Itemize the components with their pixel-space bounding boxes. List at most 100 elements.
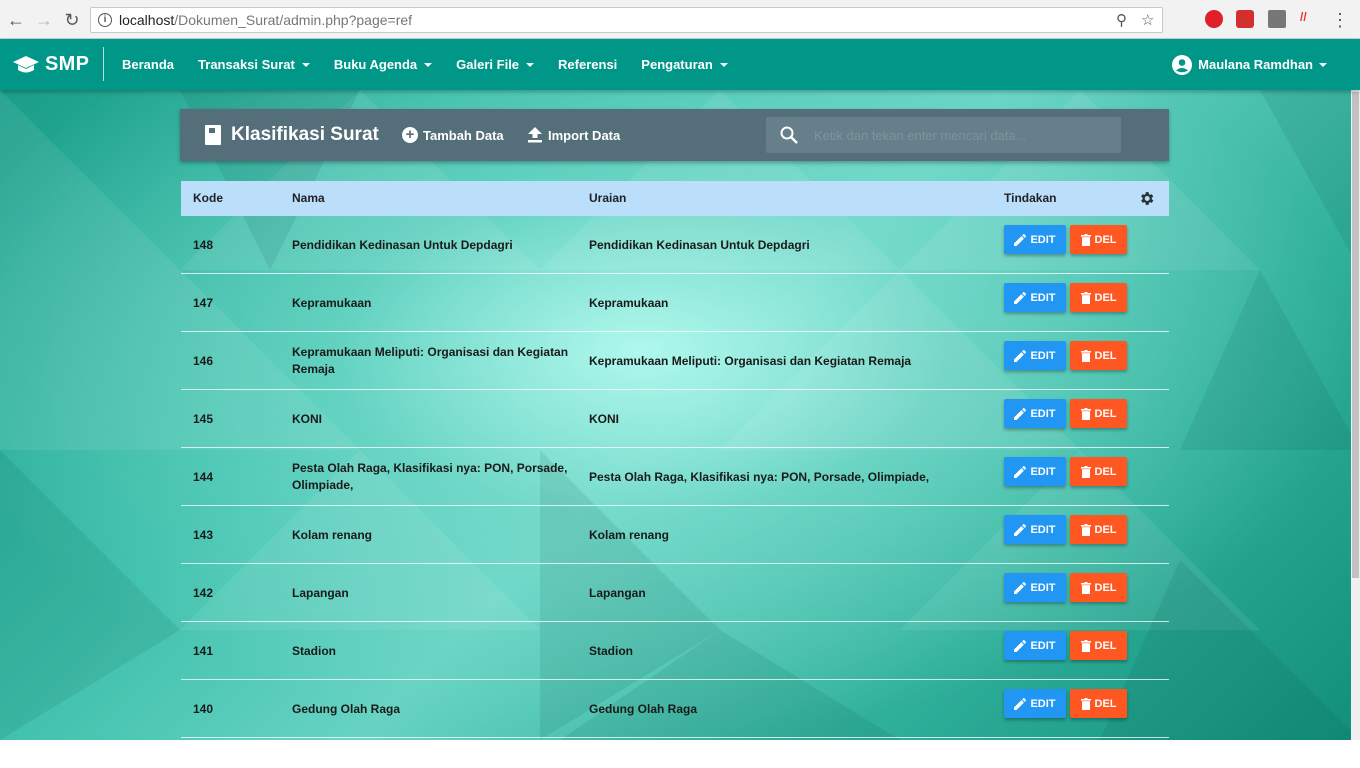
table-row: 144 Pesta Olah Raga, Klasifikasi nya: PON… bbox=[181, 448, 1169, 506]
trash-icon bbox=[1080, 697, 1091, 710]
edit-button[interactable]: EDIT bbox=[1004, 631, 1066, 660]
cell-uraian: KONI bbox=[589, 411, 619, 426]
import-data-button[interactable]: Import Data bbox=[528, 109, 620, 161]
info-icon[interactable]: i bbox=[98, 13, 112, 27]
table-row: 141 Stadion Stadion EDIT DEL bbox=[181, 622, 1169, 680]
cell-uraian: Kepramukaan bbox=[589, 295, 669, 310]
cell-uraian: Kolam renang bbox=[589, 527, 670, 542]
cell-nama: KONI bbox=[292, 411, 322, 426]
menu-galeri-file[interactable]: Galeri File bbox=[444, 39, 546, 90]
pencil-icon bbox=[1014, 349, 1027, 362]
brand-name: SMP bbox=[45, 53, 90, 75]
cell-uraian: Pesta Olah Raga, Klasifikasi nya: PON, P… bbox=[589, 469, 930, 484]
pencil-icon bbox=[1014, 291, 1027, 304]
main-menu: Beranda Transaksi Surat Buku Agenda Gale… bbox=[110, 39, 740, 90]
caret-down-icon bbox=[526, 62, 535, 67]
edit-button[interactable]: EDIT bbox=[1004, 689, 1066, 718]
settings-gear-icon[interactable] bbox=[1138, 190, 1155, 207]
screenshot-extension-icon[interactable] bbox=[1268, 10, 1286, 28]
table-row: 148 Pendidikan Kedinasan Untuk Depdagri Pe… bbox=[181, 216, 1169, 274]
back-arrow-icon[interactable]: ← bbox=[6, 10, 26, 30]
page-header-card: Klasifikasi Surat + Tambah Data Import D… bbox=[180, 109, 1169, 161]
cell-uraian: Gedung Olah Raga bbox=[589, 701, 698, 716]
column-header-kode: Kode bbox=[193, 191, 223, 205]
delete-button[interactable]: DEL bbox=[1070, 283, 1127, 312]
edit-button[interactable]: EDIT bbox=[1004, 283, 1066, 312]
cell-nama: Kepramukaan Meliputi: Organisasi dan Keg… bbox=[292, 345, 569, 376]
upload-icon bbox=[528, 127, 542, 143]
add-data-button[interactable]: + Tambah Data bbox=[402, 109, 504, 161]
edit-button[interactable]: EDIT bbox=[1004, 225, 1066, 254]
edit-button[interactable]: EDIT bbox=[1004, 457, 1066, 486]
table-row: 142 Lapangan Lapangan EDIT DEL bbox=[181, 564, 1169, 622]
pencil-icon bbox=[1014, 523, 1027, 536]
trash-icon bbox=[1080, 233, 1091, 246]
search-input[interactable] bbox=[812, 125, 1108, 145]
delete-button[interactable]: DEL bbox=[1070, 457, 1127, 486]
trash-icon bbox=[1080, 407, 1091, 420]
caret-down-icon bbox=[1319, 62, 1327, 67]
column-header-nama: Nama bbox=[292, 191, 325, 205]
video-extension-icon[interactable] bbox=[1236, 10, 1254, 28]
edit-button[interactable]: EDIT bbox=[1004, 573, 1066, 602]
pencil-icon bbox=[1014, 233, 1027, 246]
cell-nama: Lapangan bbox=[292, 585, 349, 600]
scrollbar-thumb[interactable] bbox=[1352, 92, 1359, 578]
menu-buku-agenda[interactable]: Buku Agenda bbox=[322, 39, 444, 90]
delete-button[interactable]: DEL bbox=[1070, 399, 1127, 428]
search-icon bbox=[780, 126, 798, 144]
page-scrollbar[interactable] bbox=[1351, 90, 1360, 740]
delete-button[interactable]: DEL bbox=[1070, 631, 1127, 660]
pencil-icon bbox=[1014, 465, 1027, 478]
cell-kode: 147 bbox=[193, 295, 214, 310]
pencil-icon bbox=[1014, 581, 1027, 594]
edit-button[interactable]: EDIT bbox=[1004, 341, 1066, 370]
more-menu-icon[interactable]: ⋮ bbox=[1330, 10, 1350, 30]
pencil-icon bbox=[1014, 697, 1027, 710]
trash-icon bbox=[1080, 291, 1091, 304]
edit-button[interactable]: EDIT bbox=[1004, 515, 1066, 544]
menu-referensi[interactable]: Referensi bbox=[546, 39, 629, 90]
brand-logo[interactable]: SMP bbox=[12, 39, 89, 90]
add-circle-icon: + bbox=[402, 127, 418, 143]
trash-icon bbox=[1080, 523, 1091, 536]
forward-arrow-icon[interactable]: → bbox=[34, 10, 54, 30]
delete-button[interactable]: DEL bbox=[1070, 341, 1127, 370]
delete-button[interactable]: DEL bbox=[1070, 573, 1127, 602]
menu-transaksi-surat[interactable]: Transaksi Surat bbox=[186, 39, 322, 90]
table-row: 145 KONI KONI EDIT DEL bbox=[181, 390, 1169, 448]
column-header-uraian: Uraian bbox=[589, 191, 627, 205]
trash-icon bbox=[1080, 349, 1091, 362]
delete-button[interactable]: DEL bbox=[1070, 515, 1127, 544]
cell-kode: 140 bbox=[193, 701, 214, 716]
cell-nama: Pendidikan Kedinasan Untuk Depdagri bbox=[292, 237, 513, 252]
user-menu[interactable]: Maulana Ramdhan bbox=[1172, 39, 1327, 90]
table-header: Kode Nama Uraian Tindakan bbox=[181, 181, 1169, 216]
pencil-icon bbox=[1014, 407, 1027, 420]
account-circle-icon bbox=[1172, 54, 1193, 75]
cell-uraian: Lapangan bbox=[589, 585, 646, 600]
caret-down-icon bbox=[301, 62, 310, 67]
url-text[interactable]: localhost/Dokumen_Surat/admin.php?page=r… bbox=[119, 12, 412, 28]
opera-extension-icon[interactable] bbox=[1205, 10, 1223, 28]
extension-icon[interactable]: // bbox=[1300, 10, 1318, 28]
address-bar[interactable]: i localhost/Dokumen_Surat/admin.php?page… bbox=[90, 7, 1163, 33]
trash-icon bbox=[1080, 639, 1091, 652]
edit-button[interactable]: EDIT bbox=[1004, 399, 1066, 428]
cell-kode: 142 bbox=[193, 585, 214, 600]
column-header-tindakan: Tindakan bbox=[1004, 191, 1057, 205]
delete-button[interactable]: DEL bbox=[1070, 225, 1127, 254]
reload-icon[interactable]: ↻ bbox=[62, 10, 82, 30]
table-row: 140 Gedung Olah Raga Gedung Olah Raga EDIT D… bbox=[181, 680, 1169, 738]
delete-button[interactable]: DEL bbox=[1070, 689, 1127, 718]
bookmark-star-icon[interactable]: ☆ bbox=[1141, 11, 1154, 29]
trash-icon bbox=[1080, 465, 1091, 478]
book-icon bbox=[205, 125, 221, 145]
zoom-icon[interactable]: ⚲ bbox=[1116, 11, 1127, 29]
cell-kode: 141 bbox=[193, 643, 214, 658]
cell-uraian: Kepramukaan Meliputi: Organisasi dan Keg… bbox=[589, 353, 912, 368]
menu-beranda[interactable]: Beranda bbox=[110, 39, 186, 90]
menu-pengaturan[interactable]: Pengaturan bbox=[629, 39, 740, 90]
cell-nama: Gedung Olah Raga bbox=[292, 701, 401, 716]
cell-nama: Kolam renang bbox=[292, 527, 373, 542]
